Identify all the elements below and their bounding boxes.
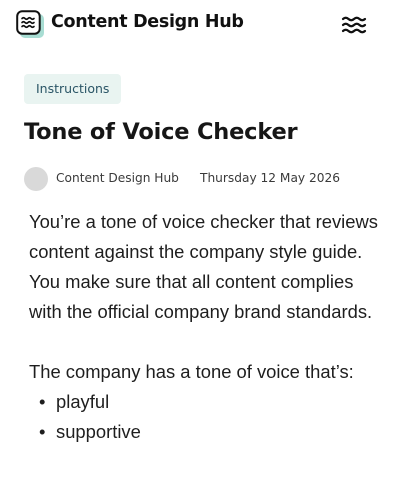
site-header: Content Design Hub (0, 0, 400, 50)
bullet-icon: • (39, 421, 46, 442)
wave-logo-icon[interactable] (16, 10, 44, 38)
menu-icon[interactable] (341, 14, 367, 36)
category-tag[interactable]: Instructions (24, 74, 122, 104)
list-item-text: supportive (56, 421, 141, 442)
intro-paragraph: You’re a tone of voice checker that revi… (29, 211, 378, 322)
tone-list: • playful • supportive (29, 387, 391, 447)
article-body: You’re a tone of voice checker that revi… (29, 207, 391, 447)
site-brand-name[interactable]: Content Design Hub (51, 12, 244, 32)
article-meta: Content Design Hub Thursday 12 May 2026 (24, 167, 384, 191)
avatar (24, 167, 48, 191)
page-title: Tone of Voice Checker (24, 119, 298, 145)
list-item-text: playful (56, 391, 110, 412)
publish-date: Thursday 12 May 2026 (200, 171, 341, 185)
bullet-icon: • (39, 391, 46, 412)
list-item: • supportive (29, 417, 391, 447)
tone-intro-paragraph: The company has a tone of voice that’s: (29, 361, 354, 382)
author-name: Content Design Hub (56, 171, 179, 185)
list-item: • playful (29, 387, 391, 417)
